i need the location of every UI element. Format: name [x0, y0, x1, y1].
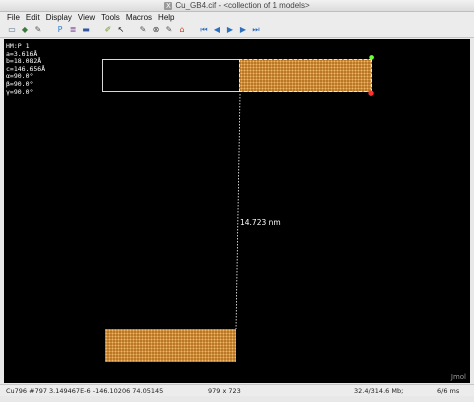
rotate-icon[interactable]: ✎ [138, 25, 148, 35]
toolbar: ▭ ◆ ✎ P ≣ ▬ ✐ ↖ ✎ ⊗ ✎ ⌂ ⏮ ◀ ▶ ▶ ⏭ [0, 23, 474, 38]
status-timing: 6/6 ms [437, 387, 460, 395]
measurement-line [235, 93, 241, 330]
measurement-label: 14.723 nm [240, 218, 281, 227]
menu-view[interactable]: View [78, 12, 95, 23]
window-title: Cu_GB4.cif - <collection of 1 models> [175, 1, 310, 10]
menu-edit[interactable]: Edit [26, 12, 40, 23]
jmol-window: X Cu_GB4.cif - <collection of 1 models> … [0, 0, 474, 402]
select-pointer-icon[interactable]: ↖ [116, 25, 126, 35]
status-dimensions: 979 x 723 [208, 387, 241, 395]
status-memory: 32.4/314.6 Mb; [354, 387, 404, 395]
undo-display-icon[interactable]: ▬ [81, 25, 91, 35]
open-file-icon[interactable]: ▭ [7, 25, 17, 35]
animation-first-icon[interactable]: ⏮ [199, 25, 209, 35]
jmol-watermark: Jmol [450, 373, 466, 381]
zoom-icon[interactable]: ⊗ [151, 25, 161, 35]
menu-display[interactable]: Display [46, 12, 72, 23]
animation-last-icon[interactable]: ⏭ [251, 25, 261, 35]
molecule-viewer-canvas[interactable]: HM:P 1 a=3.616Å b=18.082Å c=146.656Å α=9… [4, 39, 470, 383]
menu-bar: File Edit Display View Tools Macros Help [0, 12, 474, 23]
save-image-icon[interactable]: P [55, 25, 65, 35]
measure-icon[interactable]: ✐ [103, 25, 113, 35]
home-icon[interactable]: ⌂ [177, 25, 187, 35]
status-bar: Cu796 #797 3.149467E-6 -146.10206 74.051… [0, 384, 474, 396]
open-pdb-icon[interactable]: ◆ [20, 25, 30, 35]
animation-next-icon[interactable]: ▶ [238, 25, 248, 35]
status-atom-info: Cu796 #797 3.149467E-6 -146.10206 74.051… [6, 387, 164, 395]
animation-play-icon[interactable]: ▶ [225, 25, 235, 35]
run-script-icon[interactable]: ≣ [68, 25, 78, 35]
menu-help[interactable]: Help [158, 12, 174, 23]
animation-prev-icon[interactable]: ◀ [212, 25, 222, 35]
menu-tools[interactable]: Tools [101, 12, 120, 23]
pick-atoms-icon[interactable]: ✎ [164, 25, 174, 35]
x11-app-icon: X [164, 2, 173, 10]
menu-file[interactable]: File [7, 12, 20, 23]
menu-macros[interactable]: Macros [126, 12, 152, 23]
title-bar: X Cu_GB4.cif - <collection of 1 models> [0, 0, 474, 12]
script-icon[interactable]: ✎ [33, 25, 43, 35]
